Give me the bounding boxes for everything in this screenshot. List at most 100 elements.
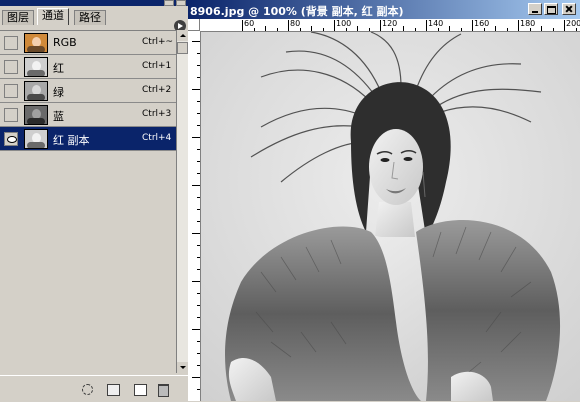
visibility-eye-icon[interactable] [4, 132, 18, 146]
ruler-minor-tick [437, 28, 439, 31]
channel-row[interactable]: 红 Ctrl+1 [0, 55, 176, 79]
channel-list: RGB Ctrl+~ 红 Ctrl+1 绿 Ctrl+2 蓝 Ctrl+3 红 副本 Ctrl+4 [0, 30, 176, 374]
vertical-ruler-tick [197, 209, 200, 210]
ruler-major-tick [334, 20, 335, 31]
channel-thumbnail [24, 105, 48, 125]
image-canvas[interactable] [201, 32, 580, 401]
channel-row[interactable]: RGB Ctrl+~ [0, 31, 176, 55]
vertical-ruler-tick [197, 293, 200, 294]
ruler-label: 200 [566, 19, 580, 28]
ruler-minor-tick [322, 28, 324, 31]
channel-name: RGB [53, 36, 77, 49]
trash-icon[interactable] [158, 384, 169, 397]
vertical-ruler-tick [192, 233, 200, 234]
channel-shortcut: Ctrl+4 [142, 133, 172, 143]
ruler-minor-tick [345, 28, 347, 31]
vertical-ruler-tick [192, 185, 200, 186]
ruler-label: 60 [244, 19, 255, 28]
ruler-label: 160 [474, 19, 490, 28]
ruler-minor-tick [368, 28, 370, 31]
channels-panel: 图层 通道 路径 RGB Ctrl+~ 红 Ctrl+1 绿 Ctrl+2 蓝 Ctrl+3 红… [0, 0, 188, 402]
ruler-major-tick [518, 20, 519, 31]
panel-tabs: 图层 通道 路径 [0, 7, 188, 32]
channel-row[interactable]: 蓝 Ctrl+3 [0, 103, 176, 127]
panel-close-button[interactable] [176, 0, 186, 6]
grayscale-portrait-image [201, 32, 580, 401]
visibility-eye-icon[interactable] [4, 108, 18, 122]
ruler-minor-tick [299, 28, 301, 31]
ruler-minor-tick [311, 26, 312, 31]
ruler-minor-tick [276, 28, 278, 31]
document-title: 8906.jpg @ 100% (背景 副本, 红 副本) [190, 5, 404, 18]
visibility-eye-icon[interactable] [4, 60, 18, 74]
channel-name: 红 [53, 62, 64, 75]
ruler-major-tick [426, 20, 427, 31]
minimize-button[interactable] [528, 3, 542, 15]
vertical-ruler-tick [197, 125, 200, 126]
tab-channels[interactable]: 通道 [37, 8, 69, 25]
ruler-minor-tick [403, 26, 404, 31]
channel-shortcut: Ctrl+1 [142, 61, 172, 71]
vertical-ruler[interactable] [188, 31, 201, 401]
document-titlebar[interactable]: 8906.jpg @ 100% (背景 副本, 红 副本) [188, 0, 580, 19]
scroll-down-arrow-icon[interactable] [177, 362, 188, 373]
panel-titlebar[interactable] [0, 0, 188, 6]
channel-thumbnail [24, 81, 48, 101]
ruler-origin[interactable] [188, 19, 200, 31]
tab-layers[interactable]: 图层 [2, 10, 34, 25]
ruler-minor-tick [575, 28, 577, 31]
new-channel-icon[interactable] [134, 384, 147, 396]
maximize-button[interactable] [544, 3, 558, 15]
ruler-minor-tick [541, 26, 542, 31]
channel-thumbnail [24, 57, 48, 77]
vertical-ruler-tick [197, 101, 200, 102]
ruler-label: 100 [336, 19, 352, 28]
channel-row[interactable]: 红 副本 Ctrl+4 [0, 127, 176, 151]
panel-minimize-button[interactable] [164, 0, 174, 6]
vertical-ruler-tick [197, 65, 200, 66]
tab-paths[interactable]: 路径 [74, 10, 106, 25]
vertical-ruler-tick [197, 221, 200, 222]
channel-name: 蓝 [53, 110, 64, 123]
vertical-ruler-tick [197, 77, 200, 78]
ruler-major-tick [564, 20, 565, 31]
save-selection-as-channel-icon[interactable] [107, 384, 120, 396]
ruler-minor-tick [357, 26, 358, 31]
ruler-major-tick [288, 20, 289, 31]
channel-list-scrollbar[interactable] [176, 30, 188, 373]
ruler-minor-tick [265, 26, 266, 31]
channel-shortcut: Ctrl+3 [142, 109, 172, 119]
scroll-thumb[interactable] [177, 42, 188, 54]
channel-name: 绿 [53, 86, 64, 99]
vertical-ruler-tick [197, 305, 200, 306]
channel-row[interactable]: 绿 Ctrl+2 [0, 79, 176, 103]
vertical-ruler-tick [197, 353, 200, 354]
vertical-ruler-tick [197, 341, 200, 342]
vertical-ruler-tick [197, 245, 200, 246]
channel-thumbnail [24, 129, 48, 149]
load-channel-as-selection-icon[interactable] [82, 384, 93, 395]
vertical-ruler-tick [192, 329, 200, 330]
vertical-ruler-tick [197, 53, 200, 54]
ruler-minor-tick [449, 26, 450, 31]
visibility-eye-icon[interactable] [4, 84, 18, 98]
vertical-ruler-tick [197, 317, 200, 318]
vertical-ruler-tick [192, 137, 200, 138]
channel-shortcut: Ctrl+~ [142, 37, 174, 47]
ruler-minor-tick [391, 28, 393, 31]
close-button[interactable] [562, 3, 576, 15]
visibility-eye-icon[interactable] [4, 36, 18, 50]
ruler-minor-tick [253, 28, 255, 31]
vertical-ruler-tick [192, 89, 200, 90]
ruler-minor-tick [483, 28, 485, 31]
ruler-minor-tick [414, 28, 416, 31]
horizontal-ruler[interactable]: 60 80 100 120 140 160 180 200 [200, 19, 580, 32]
ruler-major-tick [242, 20, 243, 31]
channel-thumbnail [24, 33, 48, 53]
scroll-up-arrow-icon[interactable] [177, 30, 188, 41]
ruler-label: 120 [382, 19, 398, 28]
ruler-minor-tick [460, 28, 462, 31]
ruler-label: 180 [520, 19, 536, 28]
vertical-ruler-tick [197, 365, 200, 366]
ruler-label: 140 [428, 19, 444, 28]
